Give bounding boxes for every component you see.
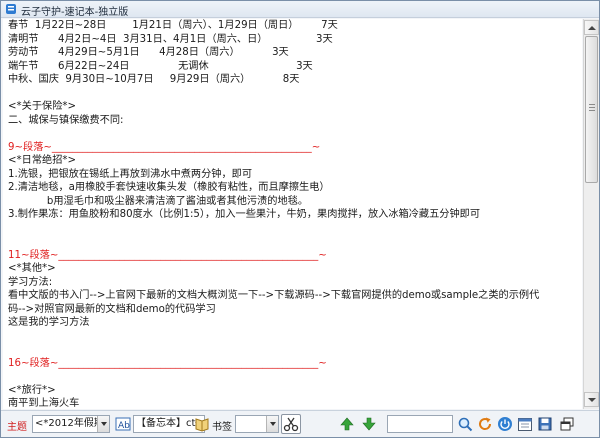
- up-arrow-icon: [588, 26, 596, 30]
- scroll-up-button[interactable]: [584, 20, 599, 35]
- editor-line: 这是我的学习方法: [8, 317, 90, 328]
- editor-line: 11~段落~__________________________________…: [8, 249, 327, 261]
- editor-line: <*其他*>: [8, 263, 56, 274]
- refresh-icon[interactable]: [477, 416, 493, 432]
- restore-icon[interactable]: [559, 416, 575, 432]
- editor-line: b用湿毛巾和吸尘器来清洁滴了酱油或者其他污渍的地毯。: [8, 195, 309, 207]
- editor-line: 2.清洁地毯，a用橡胶手套快速收集头发（橡胶有粘性，而且摩擦生电）: [8, 182, 330, 193]
- editor-line: 二、城保与镇保缴费不同:: [8, 114, 124, 126]
- editor-line: 清明节 4月2日~4日 3月31日、4月1日（周六、日） 3天: [8, 33, 333, 45]
- editor-line: 16~段落~__________________________________…: [8, 357, 327, 369]
- bottom-toolbar: 主题 <*2012年假期*> Ab 【备忘本】ct 书签: [1, 410, 599, 437]
- editor-line: <*关于保险*>: [8, 101, 77, 112]
- editor-line: 学习方法:: [8, 276, 53, 288]
- editor-line: 春节 1月22日~28日 1月21日（周六）、1月29日（周日） 7天: [8, 20, 338, 31]
- window-title: 云子守护-速记本-独立版: [21, 7, 129, 18]
- editor-line: 码-->对照官网最新的文档和demo的代码学习: [8, 303, 216, 315]
- book-icon[interactable]: [194, 416, 210, 432]
- down-arrow-icon[interactable]: [361, 416, 377, 432]
- editor-line: 3.制作果冻：用鱼胶粉和80度水（比例1:5），加入一些果汁，牛奶，果肉搅拌，放…: [8, 209, 481, 220]
- editor-line: 1.洗银，把银放在锡纸上再放到沸水中煮两分钟，即可: [8, 168, 253, 180]
- power-icon[interactable]: [497, 416, 513, 432]
- cut-button[interactable]: [281, 414, 301, 434]
- editor-line: 端午节 6月22日~24日 无调休 3天: [8, 60, 313, 72]
- scroll-down-button[interactable]: [584, 392, 599, 407]
- notebook-select-value: 【备忘本】ct: [136, 418, 196, 429]
- chevron-down-icon[interactable]: [266, 416, 278, 432]
- save-icon[interactable]: [537, 416, 553, 432]
- scissors-icon: [283, 417, 299, 432]
- up-arrow-icon[interactable]: [339, 416, 355, 432]
- bookmark-select[interactable]: [235, 415, 279, 433]
- title-bar[interactable]: 云子守护-速记本-独立版: [1, 1, 599, 18]
- chevron-down-icon[interactable]: [97, 416, 109, 432]
- editor-line: <*旅行*>: [8, 384, 56, 396]
- text-editor[interactable]: 春节 1月22日~28日 1月21日（周六）、1月29日（周日） 7天 清明节 4…: [3, 19, 582, 409]
- editor-line: 看中文版的书入门-->上官网下最新的文档大概浏览一下-->下载源码-->下载官网…: [8, 290, 540, 301]
- vertical-scrollbar[interactable]: [583, 19, 599, 409]
- calendar-icon[interactable]: [517, 416, 533, 432]
- editor-line: 9~段落~___________________________________…: [8, 141, 321, 153]
- app-icon: [6, 4, 16, 14]
- theme-label: 主题: [7, 422, 27, 433]
- search-icon[interactable]: [457, 416, 473, 432]
- svg-text:Ab: Ab: [118, 421, 130, 431]
- bookmark-label: 书签: [212, 422, 232, 433]
- editor-line: <*日常绝招*>: [8, 155, 77, 166]
- scroll-thumb[interactable]: [585, 36, 598, 183]
- down-arrow-icon: [588, 398, 596, 402]
- editor-line: 劳动节 4月29日~5月1日 4月28日（周六） 3天: [8, 47, 289, 58]
- editor-line: 中秋、国庆 9月30日~10月7日 9月29日（周六） 8天: [8, 74, 300, 85]
- theme-select[interactable]: <*2012年假期*>: [32, 415, 110, 433]
- app-window: 云子守护-速记本-独立版 春节 1月22日~28日 1月21日（周六）、1月29…: [0, 0, 600, 438]
- search-input[interactable]: [387, 415, 453, 433]
- editor-line: 南平到上海火车: [8, 398, 80, 409]
- font-icon[interactable]: Ab: [115, 416, 131, 432]
